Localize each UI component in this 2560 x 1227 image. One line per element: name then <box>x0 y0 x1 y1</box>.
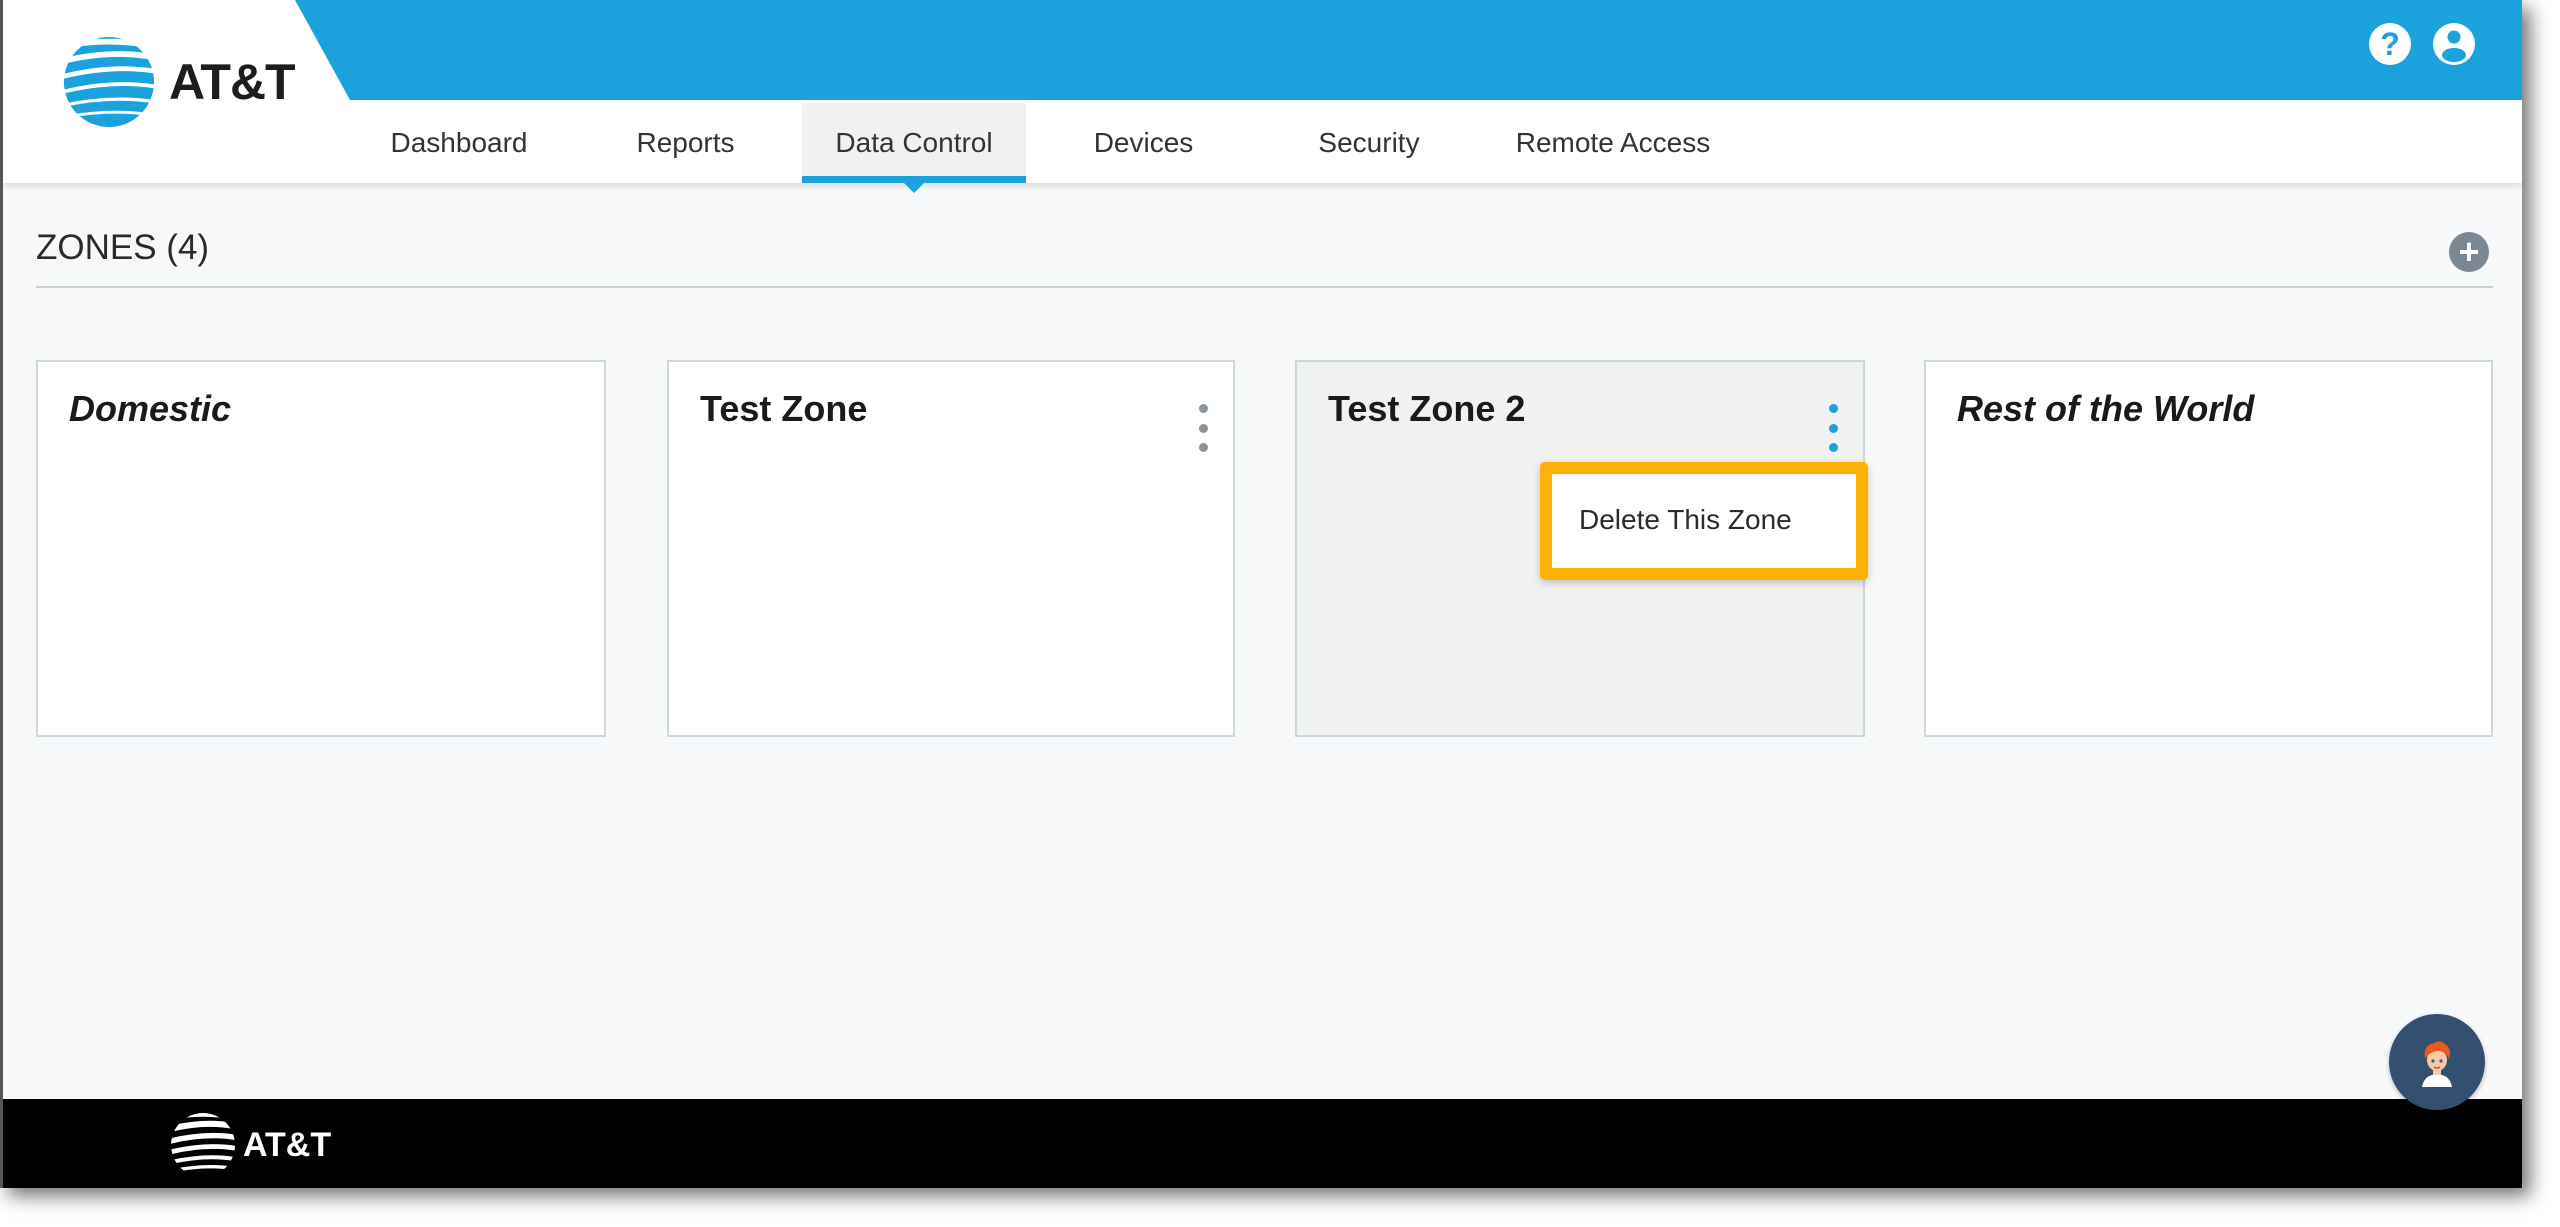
tab-devices[interactable]: Devices <box>1065 103 1222 183</box>
tab-dashboard[interactable]: Dashboard <box>369 103 549 183</box>
zone-card-domestic[interactable]: Domestic <box>36 360 606 737</box>
delete-zone-menu-item[interactable]: Delete This Zone <box>1579 504 1792 536</box>
zone-card-test-zone[interactable]: Test Zone <box>667 360 1235 737</box>
user-circle-icon[interactable] <box>2433 23 2475 65</box>
user-glyph <box>2442 30 2466 62</box>
plus-circle-icon: + <box>2458 231 2480 272</box>
att-globe-icon <box>63 36 155 128</box>
brand-name: AT&T <box>169 54 296 110</box>
header-banner <box>295 0 2522 100</box>
zone-card-title: Rest of the World <box>1957 388 2255 429</box>
att-logo[interactable]: AT&T <box>61 34 296 130</box>
chat-assistant-button[interactable] <box>2389 1014 2485 1110</box>
question-circle-icon[interactable]: ? <box>2369 23 2411 65</box>
footer: AT&T <box>3 1099 2522 1188</box>
more-vertical-icon[interactable] <box>1823 404 1843 452</box>
zone-card-title: Domestic <box>69 388 232 429</box>
zone-card-title: Test Zone 2 <box>1328 388 1526 429</box>
zones-heading: ZONES (4) <box>36 228 210 267</box>
app-window: AT&T ? Dashboard Reports Data Control De… <box>0 0 2522 1188</box>
footer-brand-name: AT&T <box>243 1125 332 1164</box>
more-vertical-icon[interactable] <box>1193 404 1213 452</box>
section-divider <box>36 286 2493 288</box>
tab-security[interactable]: Security <box>1289 103 1449 183</box>
chat-assistant-avatar-icon <box>2422 1041 2452 1087</box>
tab-reports[interactable]: Reports <box>603 103 768 183</box>
footer-att-logo[interactable]: AT&T <box>169 1111 331 1179</box>
tab-remote-access[interactable]: Remote Access <box>1497 103 1729 183</box>
add-zone-button[interactable]: + <box>2449 232 2489 272</box>
tab-data-control[interactable]: Data Control <box>802 103 1026 193</box>
att-globe-icon <box>171 1113 235 1177</box>
zone-card-title: Test Zone <box>700 388 868 429</box>
zone-options-menu: Delete This Zone <box>1540 462 1868 580</box>
zone-card-rest-of-world[interactable]: Rest of the World <box>1924 360 2493 737</box>
header: AT&T ? Dashboard Reports Data Control De… <box>3 0 2522 193</box>
